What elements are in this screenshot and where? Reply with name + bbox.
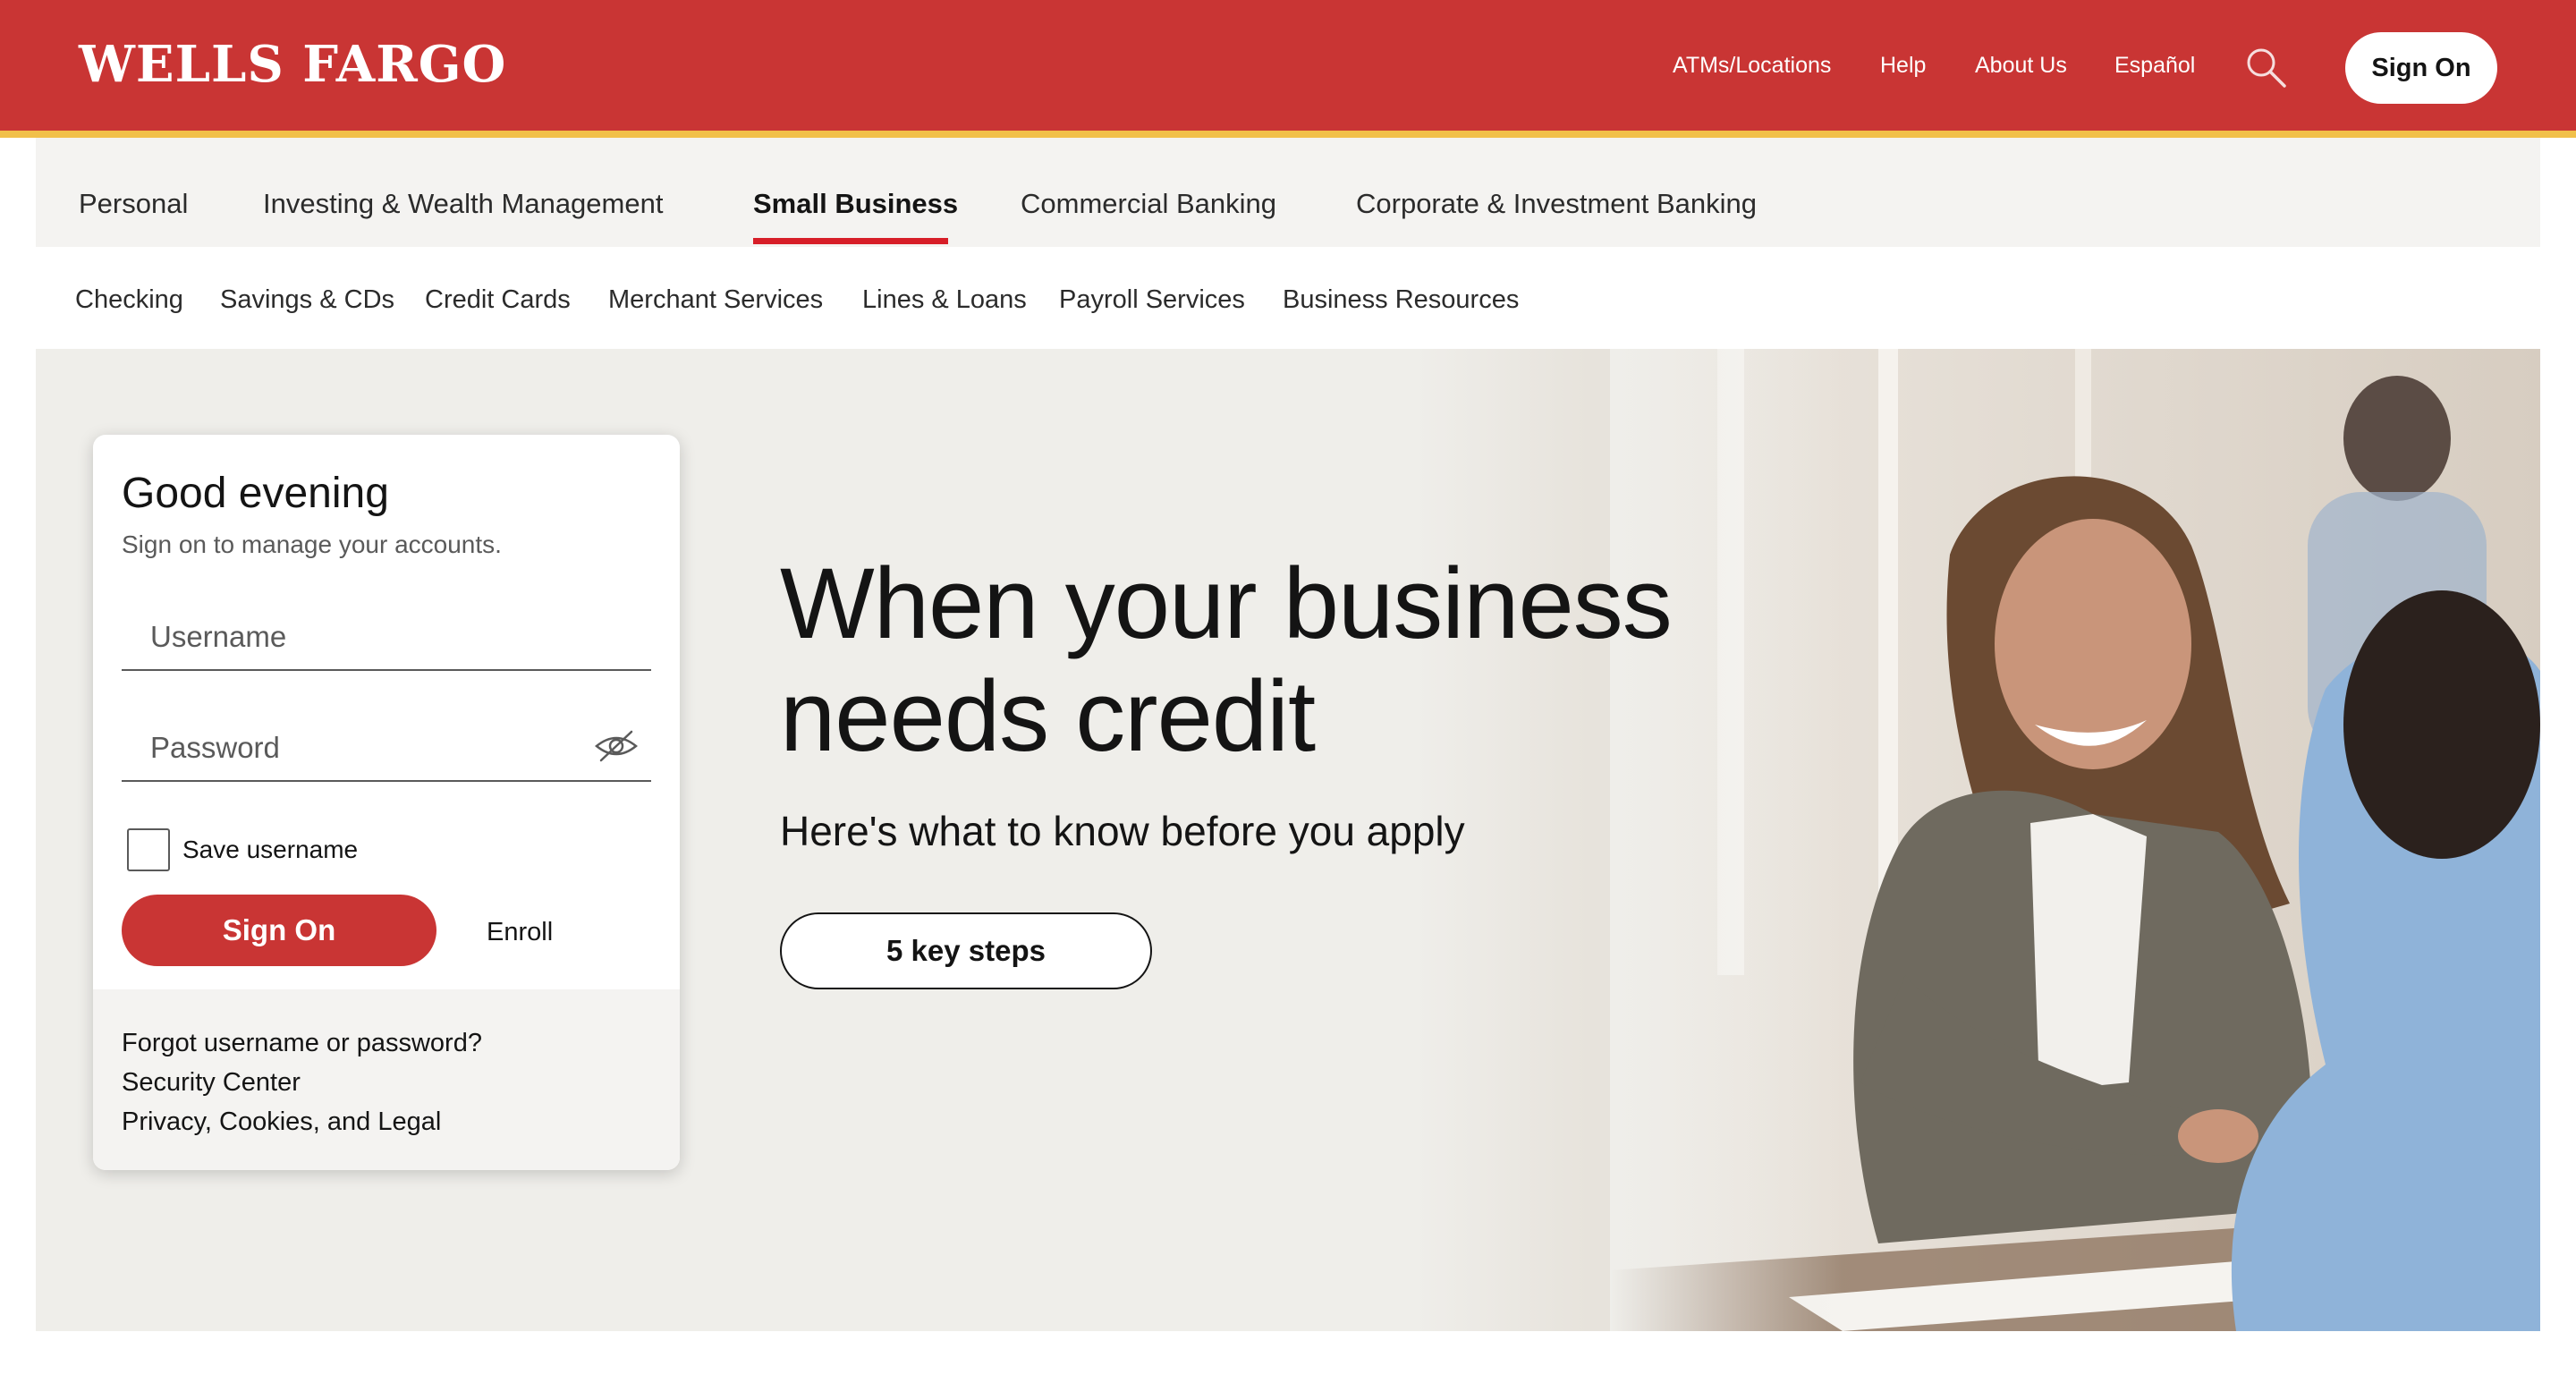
hero-subtitle: Here's what to know before you apply <box>780 808 1465 854</box>
security-center-link[interactable]: Security Center <box>122 1065 301 1100</box>
save-username-checkbox[interactable] <box>127 828 170 871</box>
subnav-savings-cds[interactable]: Savings & CDs <box>220 283 394 317</box>
subnav-merchant-services[interactable]: Merchant Services <box>608 283 823 317</box>
five-key-steps-button[interactable]: 5 key steps <box>780 912 1152 989</box>
sign-on-card-footer: Forgot username or password? Security Ce… <box>93 989 680 1170</box>
password-field <box>122 707 651 782</box>
hero-title-line-1: When your business <box>780 547 1673 659</box>
espanol-link[interactable]: Español <box>2114 50 2195 81</box>
header-sign-on-button[interactable]: Sign On <box>2345 32 2497 104</box>
save-username-label: Save username <box>182 836 359 863</box>
enroll-link[interactable]: Enroll <box>487 914 553 950</box>
primary-nav: Personal Investing & Wealth Management S… <box>36 138 2540 247</box>
subnav-checking[interactable]: Checking <box>75 283 183 317</box>
nav-corporate-investment-banking[interactable]: Corporate & Investment Banking <box>1356 186 1757 222</box>
nav-personal[interactable]: Personal <box>79 186 188 222</box>
forgot-credentials-link[interactable]: Forgot username or password? <box>122 1025 482 1061</box>
atms-locations-link[interactable]: ATMs/Locations <box>1673 50 1831 81</box>
sign-on-card: Good evening Sign on to manage your acco… <box>93 435 680 1170</box>
eye-slash-icon[interactable] <box>594 728 639 764</box>
about-us-link[interactable]: About Us <box>1975 50 2067 81</box>
sign-on-button[interactable]: Sign On <box>122 895 436 966</box>
top-header: WELLS FARGO ATMs/Locations Help About Us… <box>0 0 2576 131</box>
header-accent-stripe <box>0 131 2576 138</box>
subnav-lines-loans[interactable]: Lines & Loans <box>862 283 1027 317</box>
search-icon[interactable] <box>2243 45 2288 89</box>
nav-investing-wealth[interactable]: Investing & Wealth Management <box>263 186 663 222</box>
greeting-heading: Good evening <box>122 470 389 517</box>
username-field <box>122 596 651 671</box>
nav-small-business[interactable]: Small Business <box>753 186 958 222</box>
subnav-payroll-services[interactable]: Payroll Services <box>1059 283 1245 317</box>
active-nav-underline <box>753 238 948 244</box>
wells-fargo-logo[interactable]: WELLS FARGO <box>79 30 506 98</box>
privacy-cookies-legal-link[interactable]: Privacy, Cookies, and Legal <box>122 1104 441 1140</box>
hero-title-line-2: needs credit <box>780 660 1316 772</box>
sign-on-intro-text: Sign on to manage your accounts. <box>122 530 502 558</box>
nav-commercial-banking[interactable]: Commercial Banking <box>1021 186 1276 222</box>
subnav-business-resources[interactable]: Business Resources <box>1283 283 1519 317</box>
hero-photo-business-meeting <box>1610 349 2540 1331</box>
help-link[interactable]: Help <box>1880 50 1926 81</box>
hero-title: When your business needs credit <box>780 547 1673 773</box>
username-input[interactable] <box>122 596 651 669</box>
subnav-credit-cards[interactable]: Credit Cards <box>425 283 571 317</box>
password-input[interactable] <box>122 707 651 780</box>
